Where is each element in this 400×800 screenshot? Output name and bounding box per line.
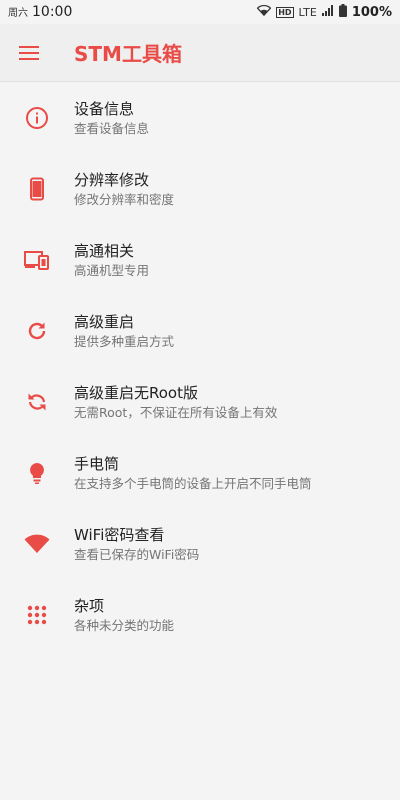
refresh-icon [0, 295, 74, 366]
item-subtitle: 查看已保存的WiFi密码 [74, 546, 200, 562]
list-item-flashlight[interactable]: 手电筒 在支持多个手电筒的设备上开启不同手电筒 [0, 437, 400, 508]
list-item-misc[interactable]: 杂项 各种未分类的功能 [0, 579, 400, 650]
app-title: STM工具箱 [74, 42, 182, 66]
item-subtitle: 高通机型专用 [74, 262, 150, 278]
hamburger-menu-icon [19, 45, 39, 60]
status-time: 10:00 [32, 4, 73, 20]
battery-percent: 100% [351, 4, 392, 20]
item-title: 手电筒 [74, 454, 120, 473]
phone-icon [0, 153, 74, 224]
wifi-status-icon [256, 4, 272, 19]
status-day: 周六 [8, 8, 28, 19]
item-subtitle: 修改分辨率和密度 [74, 191, 175, 207]
item-subtitle: 无需Root，不保证在所有设备上有效 [74, 404, 278, 420]
item-title: 杂项 [74, 596, 105, 615]
wifi-icon [0, 508, 74, 579]
apps-icon [0, 579, 74, 650]
devices-icon [0, 224, 74, 295]
rotate-icon [0, 366, 74, 437]
info-icon [0, 82, 74, 153]
network-type: LTE [298, 5, 317, 19]
item-subtitle: 提供多种重启方式 [74, 333, 175, 349]
item-subtitle: 查看设备信息 [74, 120, 150, 136]
item-title: 高级重启无Root版 [74, 383, 198, 402]
signal-icon [321, 5, 334, 19]
battery-icon [338, 4, 347, 20]
status-bar: 周六 10:00 HD LTE 100% [0, 0, 400, 24]
item-title: 高级重启 [74, 312, 135, 331]
item-title: WiFi密码查看 [74, 525, 165, 544]
list-item-resolution[interactable]: 分辨率修改 修改分辨率和密度 [0, 153, 400, 224]
bulb-icon [0, 437, 74, 508]
item-title: 分辨率修改 [74, 170, 150, 189]
list-item-qualcomm[interactable]: 高通相关 高通机型专用 [0, 224, 400, 295]
item-subtitle: 各种未分类的功能 [74, 617, 175, 633]
app-bar: STM工具箱 [0, 24, 400, 82]
item-subtitle: 在支持多个手电筒的设备上开启不同手电筒 [74, 475, 312, 491]
item-title: 高通相关 [74, 241, 135, 260]
list-item-device-info[interactable]: 设备信息 查看设备信息 [0, 82, 400, 153]
list-item-reboot-no-root[interactable]: 高级重启无Root版 无需Root，不保证在所有设备上有效 [0, 366, 400, 437]
tool-list: 设备信息 查看设备信息 分辨率修改 修改分辨率和密度 高通相关 高通机型专用 高… [0, 82, 400, 650]
item-title: 设备信息 [74, 99, 135, 118]
list-item-advanced-reboot[interactable]: 高级重启 提供多种重启方式 [0, 295, 400, 366]
menu-button[interactable] [0, 24, 58, 82]
list-item-wifi-password[interactable]: WiFi密码查看 查看已保存的WiFi密码 [0, 508, 400, 579]
hd-badge: HD [276, 6, 294, 18]
